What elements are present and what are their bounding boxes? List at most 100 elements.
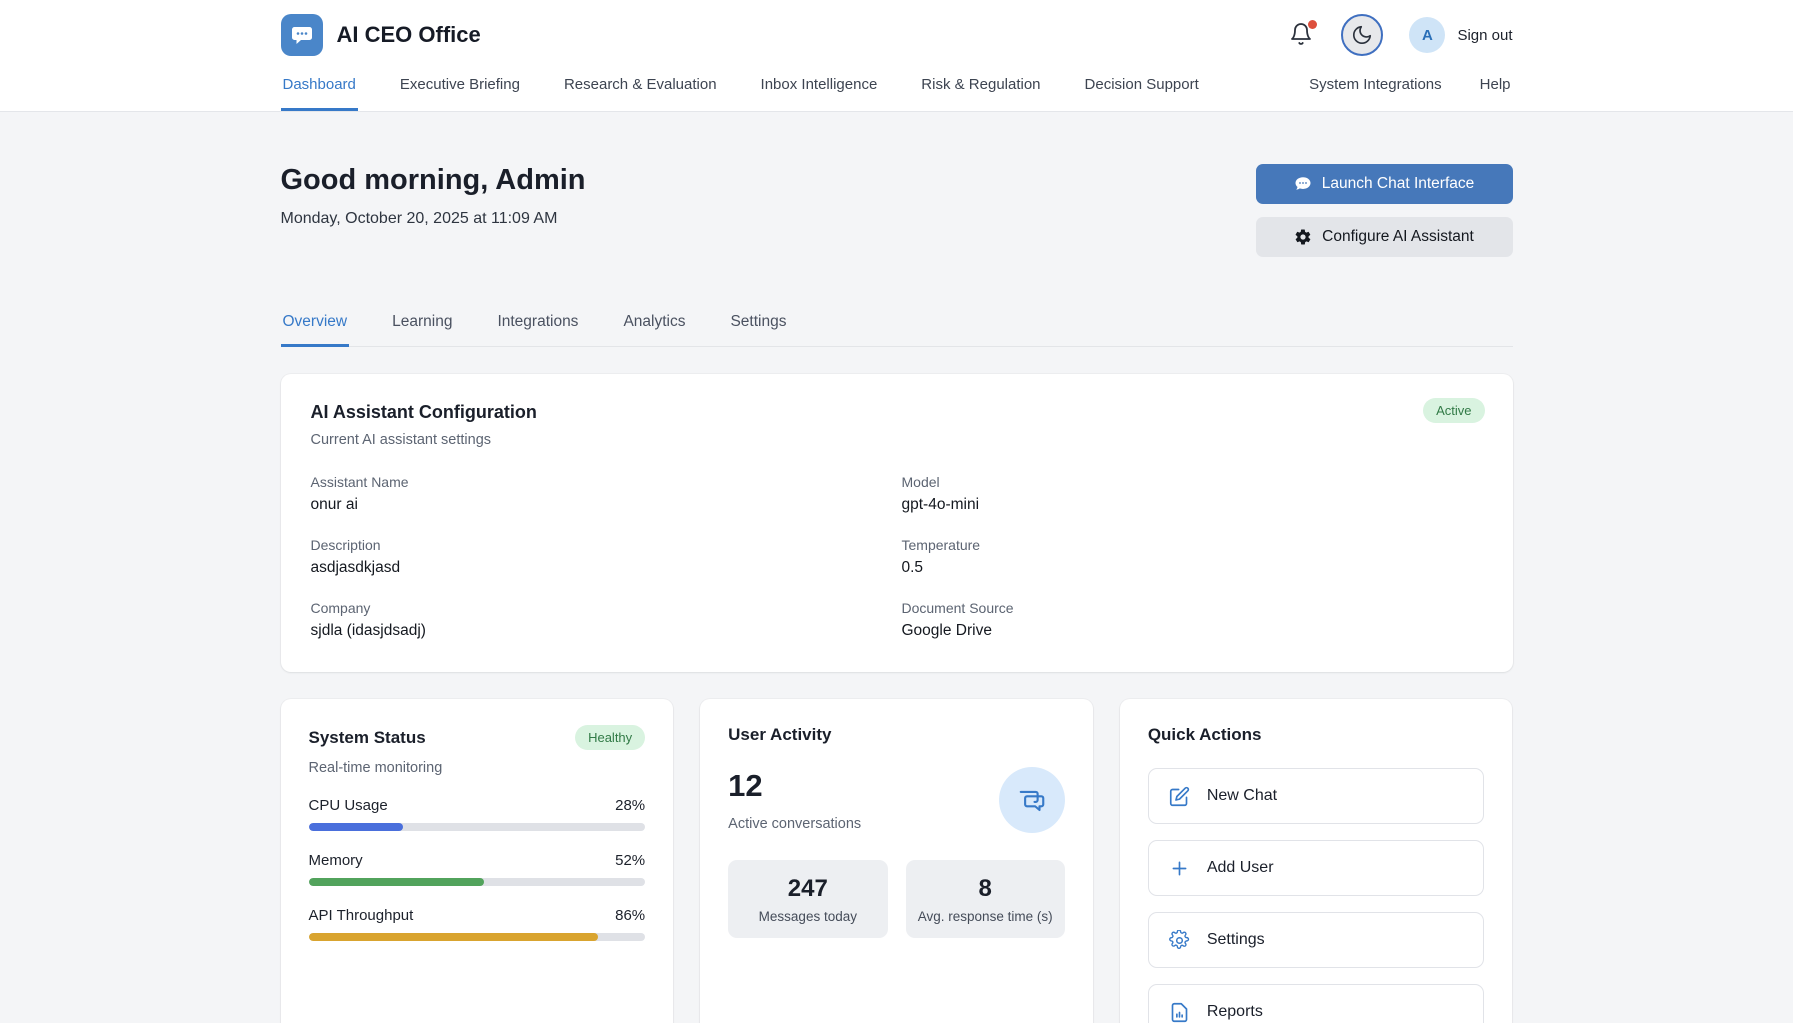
meter-label: Memory xyxy=(309,852,363,869)
notification-dot xyxy=(1308,20,1317,29)
progress-fill xyxy=(309,823,403,831)
add-user-button[interactable]: Add User xyxy=(1148,840,1485,896)
field-label: Assistant Name xyxy=(311,474,892,490)
new-chat-button[interactable]: New Chat xyxy=(1148,768,1485,824)
page-title: Good morning, Admin xyxy=(281,164,586,197)
field-value: Google Drive xyxy=(902,622,1483,640)
dashboard-page: AI CEO Office xyxy=(0,0,1793,1023)
field-value: sjdla (idasjdsadj) xyxy=(311,622,892,640)
system-status-subtitle: Real-time monitoring xyxy=(309,760,646,776)
stat-value: 247 xyxy=(738,875,877,903)
gear-icon xyxy=(1294,228,1312,246)
meter-value: 28% xyxy=(615,797,645,814)
meter-api-throughput: API Throughput 86% xyxy=(309,907,646,941)
nav-item-risk-regulation[interactable]: Risk & Regulation xyxy=(919,66,1042,111)
current-date: Monday, October 20, 2025 at 11:09 AM xyxy=(281,210,586,228)
launch-chat-button[interactable]: Launch Chat Interface xyxy=(1256,164,1513,204)
field-label: Description xyxy=(311,537,892,553)
config-card-title: AI Assistant Configuration xyxy=(311,402,1483,423)
field-label: Temperature xyxy=(902,537,1483,553)
tab-learning[interactable]: Learning xyxy=(390,303,454,347)
field-company: Company sjdla (idasjdsadj) xyxy=(311,600,892,640)
status-badge-active: Active xyxy=(1423,398,1484,423)
field-temperature: Temperature 0.5 xyxy=(902,537,1483,577)
nav-item-executive-briefing[interactable]: Executive Briefing xyxy=(398,66,522,111)
field-value: gpt-4o-mini xyxy=(902,496,1483,514)
settings-button[interactable]: Settings xyxy=(1148,912,1485,968)
meter-cpu-usage: CPU Usage 28% xyxy=(309,797,646,831)
quick-action-label: Add User xyxy=(1207,859,1274,877)
nav-item-help[interactable]: Help xyxy=(1478,66,1513,111)
field-label: Model xyxy=(902,474,1483,490)
tab-settings[interactable]: Settings xyxy=(728,303,788,347)
ai-assistant-configuration-card: AI Assistant Configuration Current AI as… xyxy=(281,374,1513,672)
configure-assistant-label: Configure AI Assistant xyxy=(1322,228,1474,246)
active-conversations-label: Active conversations xyxy=(728,816,861,832)
progress-fill xyxy=(309,933,599,941)
add-user-icon xyxy=(1169,858,1190,879)
app-logo xyxy=(281,14,323,56)
config-card-subtitle: Current AI assistant settings xyxy=(311,432,1483,448)
reports-button[interactable]: Reports xyxy=(1148,984,1485,1023)
progress-track xyxy=(309,878,646,886)
quick-action-label: New Chat xyxy=(1207,787,1277,805)
app-title: AI CEO Office xyxy=(337,22,481,48)
tab-overview[interactable]: Overview xyxy=(281,303,350,347)
conversations-bubble xyxy=(999,767,1065,833)
field-label: Document Source xyxy=(902,600,1483,616)
field-model: Model gpt-4o-mini xyxy=(902,474,1483,514)
brand: AI CEO Office xyxy=(281,14,481,56)
user-activity-title: User Activity xyxy=(728,725,1065,745)
meter-label: CPU Usage xyxy=(309,797,388,814)
chat-bubble-icon xyxy=(290,23,314,47)
sign-out-link[interactable]: Sign out xyxy=(1457,27,1512,44)
nav-item-dashboard[interactable]: Dashboard xyxy=(281,66,358,111)
quick-actions-title: Quick Actions xyxy=(1148,725,1485,745)
main-nav: Dashboard Executive Briefing Research & … xyxy=(281,66,1513,111)
settings-icon xyxy=(1169,930,1190,951)
field-value: 0.5 xyxy=(902,559,1483,577)
nav-item-inbox-intelligence[interactable]: Inbox Intelligence xyxy=(759,66,880,111)
field-label: Company xyxy=(311,600,892,616)
meter-value: 52% xyxy=(615,852,645,869)
tab-integrations[interactable]: Integrations xyxy=(495,303,580,347)
meter-memory: Memory 52% xyxy=(309,852,646,886)
dark-mode-toggle[interactable] xyxy=(1341,14,1383,56)
field-description: Description asdjasdkjasd xyxy=(311,537,892,577)
stat-avg-response-time: 8 Avg. response time (s) xyxy=(906,860,1065,938)
field-value: onur ai xyxy=(311,496,892,514)
stat-label: Messages today xyxy=(738,909,877,924)
double-chat-icon xyxy=(1017,785,1047,815)
app-header: AI CEO Office xyxy=(0,0,1793,112)
moon-icon xyxy=(1351,24,1373,46)
meter-value: 86% xyxy=(615,907,645,924)
notifications-button[interactable] xyxy=(1289,22,1315,48)
status-badge-healthy: Healthy xyxy=(575,725,645,750)
quick-actions-card: Quick Actions New Chat xyxy=(1120,699,1513,1023)
new-chat-icon xyxy=(1169,786,1190,807)
system-status-title: System Status xyxy=(309,728,426,748)
field-value: asdjasdkjasd xyxy=(311,559,892,577)
progress-fill xyxy=(309,878,484,886)
field-assistant-name: Assistant Name onur ai xyxy=(311,474,892,514)
quick-action-label: Reports xyxy=(1207,1003,1263,1021)
user-activity-card: User Activity 12 Active conversations xyxy=(700,699,1093,1023)
progress-track xyxy=(309,823,646,831)
tab-analytics[interactable]: Analytics xyxy=(621,303,687,347)
meter-label: API Throughput xyxy=(309,907,414,924)
nav-item-research-evaluation[interactable]: Research & Evaluation xyxy=(562,66,719,111)
nav-item-system-integrations[interactable]: System Integrations xyxy=(1307,66,1444,111)
avatar[interactable]: A xyxy=(1409,17,1445,53)
system-status-card: System Status Healthy Real-time monitori… xyxy=(281,699,674,1023)
nav-item-decision-support[interactable]: Decision Support xyxy=(1083,66,1201,111)
field-document-source: Document Source Google Drive xyxy=(902,600,1483,640)
quick-action-label: Settings xyxy=(1207,931,1265,949)
reports-icon xyxy=(1169,1002,1190,1023)
configure-assistant-button[interactable]: Configure AI Assistant xyxy=(1256,217,1513,257)
launch-chat-label: Launch Chat Interface xyxy=(1322,175,1475,193)
stat-messages-today: 247 Messages today xyxy=(728,860,887,938)
chat-bubble-icon xyxy=(1294,175,1312,193)
progress-track xyxy=(309,933,646,941)
active-conversations-count: 12 xyxy=(728,768,861,804)
dashboard-tabs: Overview Learning Integrations Analytics… xyxy=(281,303,1513,347)
